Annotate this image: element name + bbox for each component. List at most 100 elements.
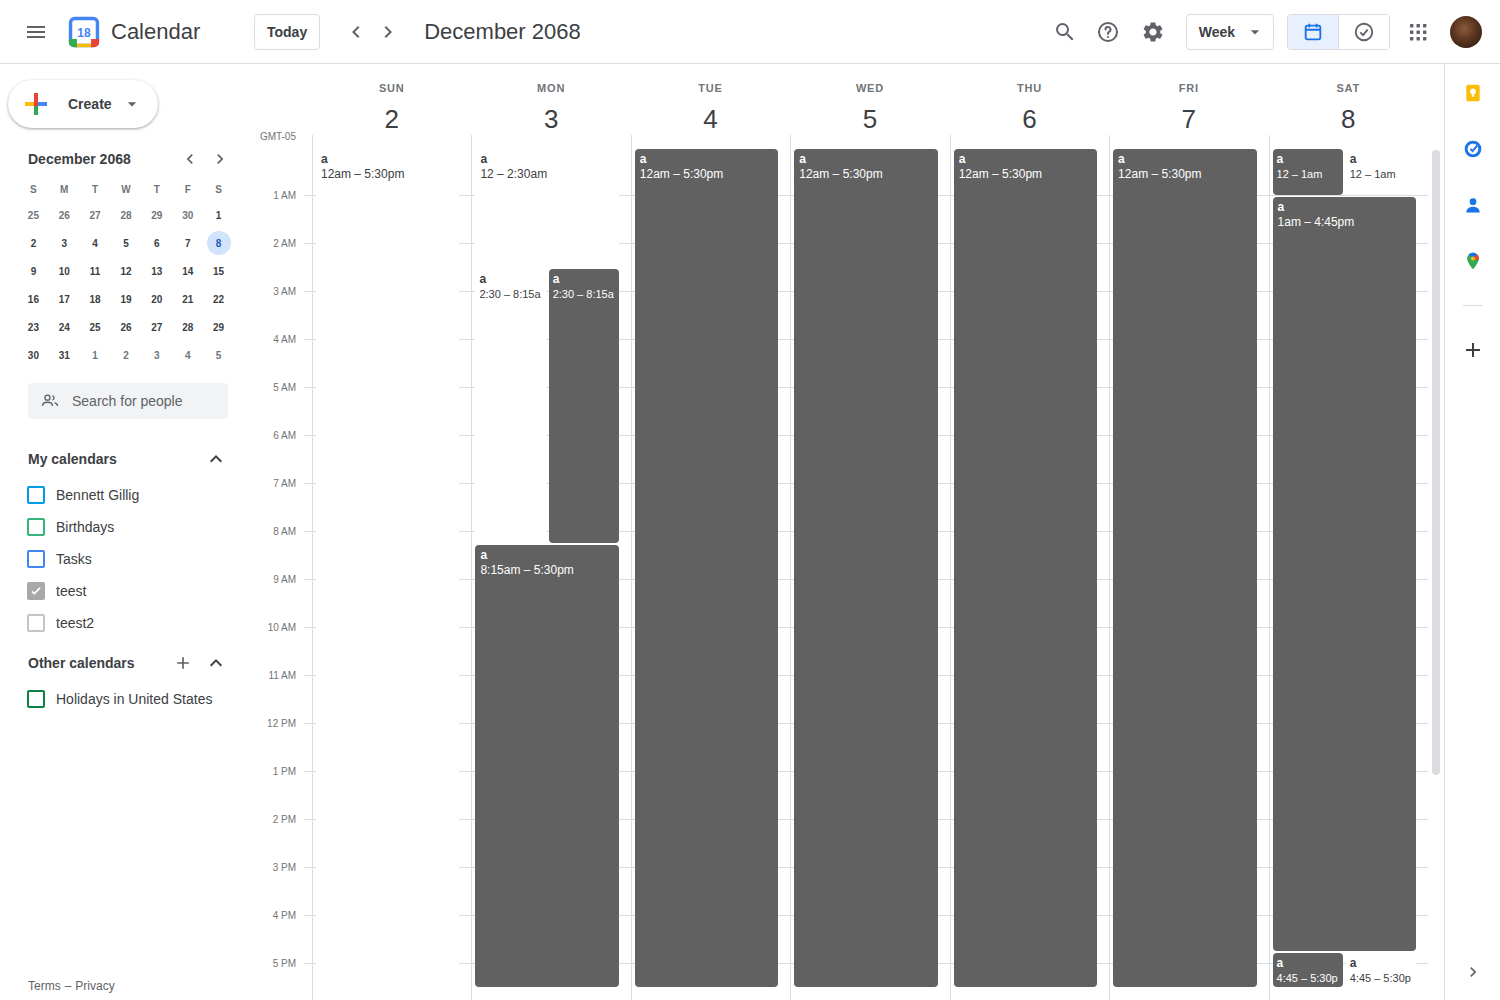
search-icon[interactable]	[1045, 12, 1085, 52]
account-avatar[interactable]	[1450, 16, 1482, 48]
gear-icon[interactable]	[1133, 12, 1173, 52]
next-month-icon[interactable]	[206, 145, 234, 173]
previous-week-icon[interactable]	[340, 16, 372, 48]
mini-calendar-day[interactable]: 30	[21, 343, 45, 367]
day-header[interactable]: THU6	[950, 64, 1109, 148]
calendar-item[interactable]: Birthdays	[0, 511, 256, 543]
calendar-section-header[interactable]: My calendars	[0, 439, 256, 479]
mini-calendar-day[interactable]: 5	[114, 231, 138, 255]
view-dropdown[interactable]: Week	[1186, 14, 1274, 50]
event[interactable]: a2:30 – 8:15a	[549, 269, 619, 543]
mini-calendar-day[interactable]: 3	[52, 231, 76, 255]
calendar-section-header[interactable]: Other calendars	[0, 643, 256, 683]
scrollbar-thumb[interactable]	[1432, 150, 1440, 775]
mini-calendar-day[interactable]: 27	[145, 315, 169, 339]
day-header[interactable]: MON3	[471, 64, 630, 148]
calendar-checkbox[interactable]	[27, 518, 45, 536]
mini-calendar-day[interactable]: 16	[21, 287, 45, 311]
next-week-icon[interactable]	[372, 16, 404, 48]
mini-calendar-day[interactable]: 10	[52, 259, 76, 283]
mini-calendar-day[interactable]: 31	[52, 343, 76, 367]
event[interactable]: a2:30 – 8:15a	[475, 269, 545, 543]
calendar-view-button[interactable]	[1288, 15, 1338, 49]
day-column[interactable]: a12am – 5:30pm	[1109, 148, 1268, 1000]
event[interactable]: a4:45 – 5:30p	[1273, 953, 1343, 987]
mini-calendar-day[interactable]: 8	[207, 231, 231, 255]
event[interactable]: a12am – 5:30pm	[635, 149, 778, 987]
mini-calendar-day[interactable]: 26	[52, 203, 76, 227]
day-header[interactable]: TUE4	[631, 64, 790, 148]
mini-calendar-day[interactable]: 22	[207, 287, 231, 311]
tasks-app-icon[interactable]	[1453, 129, 1493, 169]
mini-calendar-day[interactable]: 6	[145, 231, 169, 255]
apps-grid-icon[interactable]	[1398, 12, 1438, 52]
event[interactable]: a12 – 1am	[1273, 149, 1343, 195]
people-search-input[interactable]	[72, 393, 228, 409]
event[interactable]: a4:45 – 5:30p	[1346, 953, 1416, 987]
event[interactable]: a12am – 5:30pm	[794, 149, 937, 987]
calendar-item[interactable]: Bennett Gillig	[0, 479, 256, 511]
mini-calendar-day[interactable]: 27	[83, 203, 107, 227]
day-column[interactable]: a12am – 5:30pm	[631, 148, 790, 1000]
day-column[interactable]: a12 – 1ama12 – 1ama1am – 4:45pma4:45 – 5…	[1269, 148, 1428, 1000]
mini-calendar-day[interactable]: 30	[176, 203, 200, 227]
calendar-checkbox[interactable]	[27, 690, 45, 708]
mini-calendar-day[interactable]: 29	[207, 315, 231, 339]
today-button[interactable]: Today	[254, 14, 320, 50]
calendar-item[interactable]: teest	[0, 575, 256, 607]
day-column[interactable]: a12am – 5:30pm	[950, 148, 1109, 1000]
mini-calendar-day[interactable]: 20	[145, 287, 169, 311]
day-column[interactable]: a12am – 5:30pm	[312, 148, 471, 1000]
day-header[interactable]: FRI7	[1109, 64, 1268, 148]
contacts-icon[interactable]	[1453, 185, 1493, 225]
day-header[interactable]: WED5	[790, 64, 949, 148]
mini-calendar-day[interactable]: 2	[21, 231, 45, 255]
calendar-checkbox[interactable]	[27, 582, 45, 600]
mini-calendar-day[interactable]: 23	[21, 315, 45, 339]
mini-calendar-day[interactable]: 15	[207, 259, 231, 283]
maps-icon[interactable]	[1453, 241, 1493, 281]
day-column[interactable]: a12am – 5:30pm	[790, 148, 949, 1000]
event[interactable]: a1am – 4:45pm	[1273, 197, 1416, 951]
mini-calendar-day[interactable]: 4	[176, 343, 200, 367]
mini-calendar-day[interactable]: 26	[114, 315, 138, 339]
expand-chevron-icon[interactable]	[204, 651, 228, 675]
mini-calendar-day[interactable]: 28	[114, 203, 138, 227]
mini-calendar-day[interactable]: 14	[176, 259, 200, 283]
previous-month-icon[interactable]	[176, 145, 204, 173]
mini-calendar-day[interactable]: 28	[176, 315, 200, 339]
mini-calendar-day[interactable]: 13	[145, 259, 169, 283]
mini-calendar-day[interactable]: 21	[176, 287, 200, 311]
mini-calendar-day[interactable]: 7	[176, 231, 200, 255]
mini-calendar-day[interactable]: 1	[83, 343, 107, 367]
add-addon-icon[interactable]	[1453, 330, 1493, 370]
day-header[interactable]: SUN2	[312, 64, 471, 148]
calendar-item[interactable]: teest2	[0, 607, 256, 639]
mini-calendar-day[interactable]: 2	[114, 343, 138, 367]
event[interactable]: a12 – 2:30am	[475, 149, 618, 267]
expand-panel-icon[interactable]	[1453, 952, 1493, 992]
event[interactable]: a12am – 5:30pm	[316, 149, 459, 987]
mini-calendar-day[interactable]: 24	[52, 315, 76, 339]
day-header[interactable]: SAT8	[1269, 64, 1428, 148]
mini-calendar-day[interactable]: 4	[83, 231, 107, 255]
day-column[interactable]: a12 – 2:30ama2:30 – 8:15aa2:30 – 8:15aa8…	[471, 148, 630, 1000]
mini-calendar-day[interactable]: 18	[83, 287, 107, 311]
add-calendar-icon[interactable]	[171, 651, 195, 675]
mini-calendar-day[interactable]: 29	[145, 203, 169, 227]
mini-calendar-day[interactable]: 25	[21, 203, 45, 227]
create-button[interactable]: Create	[8, 80, 158, 128]
keep-icon[interactable]	[1453, 73, 1493, 113]
mini-calendar-day[interactable]: 3	[145, 343, 169, 367]
expand-chevron-icon[interactable]	[204, 447, 228, 471]
event[interactable]: a12 – 1am	[1346, 149, 1416, 195]
mini-calendar-day[interactable]: 5	[207, 343, 231, 367]
calendar-checkbox[interactable]	[27, 550, 45, 568]
calendar-checkbox[interactable]	[27, 486, 45, 504]
calendar-item[interactable]: Holidays in United States	[0, 683, 256, 715]
mini-calendar-day[interactable]: 19	[114, 287, 138, 311]
mini-calendar-day[interactable]: 25	[83, 315, 107, 339]
event[interactable]: a8:15am – 5:30pm	[475, 545, 618, 987]
help-icon[interactable]	[1088, 12, 1128, 52]
mini-calendar-day[interactable]: 12	[114, 259, 138, 283]
